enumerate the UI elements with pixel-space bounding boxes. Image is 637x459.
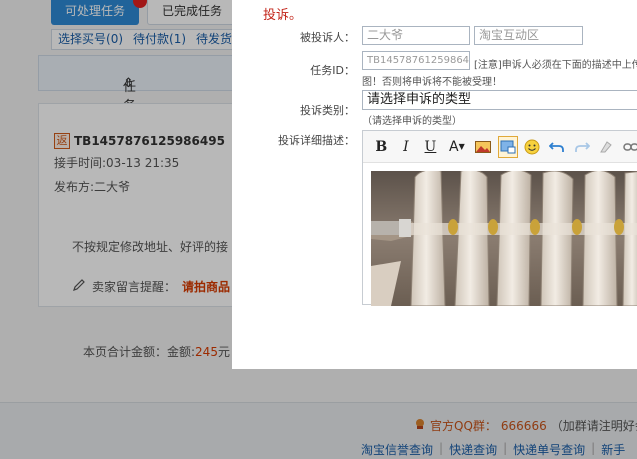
font-color-button[interactable]: A ▼	[445, 136, 469, 158]
image-icon[interactable]	[473, 136, 494, 158]
undo-icon[interactable]	[547, 136, 568, 158]
task-id-input[interactable]: TB1457876125986495	[362, 51, 470, 70]
category-hint: （请选择申诉的类型）	[362, 116, 462, 127]
task-id-hint-line2: 图！否则将申诉将不能被受理！	[362, 77, 502, 88]
task-id-hint: [注意]申诉人必须在下面的描述中上传	[474, 60, 637, 71]
redo-icon[interactable]	[571, 136, 592, 158]
emoji-icon[interactable]	[522, 136, 543, 158]
detail-label: 投诉详细描述：	[278, 134, 355, 147]
respondent-area-input[interactable]: 淘宝互动区	[474, 26, 583, 45]
category-label: 投诉类别：	[300, 104, 355, 117]
category-select[interactable]: 请选择申诉的类型	[362, 90, 637, 110]
task-id-label: 任务ID：	[310, 64, 355, 77]
modal-title: 投诉。	[263, 8, 303, 23]
clear-format-icon[interactable]	[596, 136, 617, 158]
editor-toolbar: B I U A ▼	[363, 131, 637, 163]
complaint-modal: 投诉。 被投诉人： 二大爷 淘宝互动区 任务ID： TB145787612598…	[232, 0, 637, 369]
link-icon[interactable]	[620, 136, 637, 158]
underline-button[interactable]: U	[420, 136, 441, 158]
respondent-input[interactable]: 二大爷	[362, 26, 470, 45]
uploaded-radiator-photo	[371, 171, 637, 306]
bold-button[interactable]: B	[371, 136, 392, 158]
rich-text-editor[interactable]: B I U A ▼	[362, 130, 637, 306]
italic-button[interactable]: I	[396, 136, 417, 158]
insert-media-icon[interactable]	[497, 135, 519, 158]
respondent-label: 被投诉人：	[300, 31, 355, 44]
